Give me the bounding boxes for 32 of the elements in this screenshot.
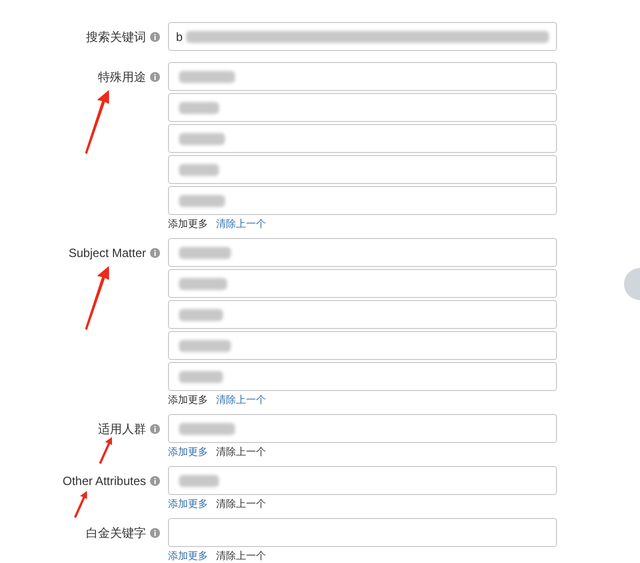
info-icon[interactable] (150, 72, 160, 82)
scroll-button[interactable] (624, 268, 640, 300)
field-label: 特殊用途 (98, 69, 146, 85)
input-field[interactable] (168, 93, 557, 122)
action-link[interactable]: 添加更多 (168, 551, 208, 563)
input-field[interactable] (168, 518, 557, 547)
info-icon[interactable] (150, 424, 160, 434)
input-field[interactable] (168, 124, 557, 153)
input-field[interactable] (168, 186, 557, 215)
input-field[interactable] (168, 300, 557, 329)
input-field[interactable] (168, 414, 557, 443)
action-link[interactable]: 添加更多 (168, 447, 208, 459)
info-icon[interactable] (150, 248, 160, 258)
field-label: Other Attributes (62, 473, 146, 489)
input-field[interactable] (168, 269, 557, 298)
info-icon[interactable] (150, 32, 160, 42)
input-field[interactable] (168, 362, 557, 391)
field-label: Subject Matter (68, 245, 146, 261)
input-field[interactable]: b (168, 22, 557, 51)
action-link[interactable]: 清除上一个 (216, 395, 266, 407)
field-label: 适用人群 (98, 421, 146, 437)
info-icon[interactable] (150, 476, 160, 486)
field-label: 搜索关键词 (86, 29, 146, 45)
input-field[interactable] (168, 331, 557, 360)
input-field[interactable] (168, 466, 557, 495)
field-label: 白金关键字 (86, 525, 146, 541)
action-link[interactable]: 添加更多 (168, 499, 208, 511)
info-icon[interactable] (150, 528, 160, 538)
action-link[interactable]: 清除上一个 (216, 219, 266, 231)
input-field[interactable] (168, 238, 557, 267)
input-field[interactable] (168, 155, 557, 184)
input-field[interactable] (168, 62, 557, 91)
